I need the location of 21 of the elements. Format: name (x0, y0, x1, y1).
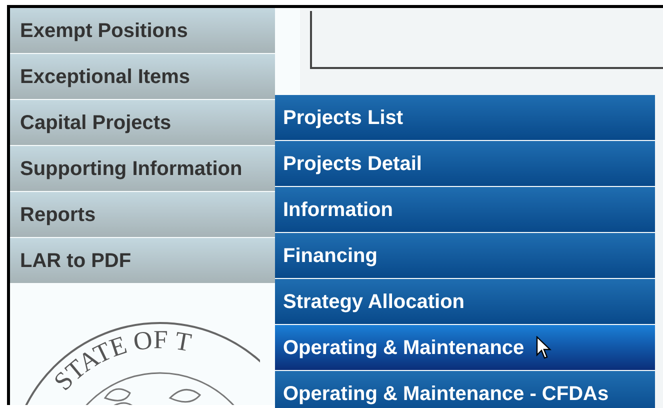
menu-item[interactable]: Capital Projects (10, 100, 275, 145)
menu-item[interactable]: Exempt Positions (10, 8, 275, 53)
mouse-pointer-icon (536, 336, 552, 360)
submenu-label: Information (283, 198, 393, 222)
submenu-label: Operating & Maintenance - CFDAs (283, 382, 609, 406)
submenu-item[interactable]: Operating & Maintenance - CFDAs (275, 371, 655, 408)
submenu-label: Projects List (283, 106, 404, 130)
submenu-item[interactable]: Operating & Maintenance (275, 325, 655, 370)
submenu-label: Financing (283, 244, 378, 268)
menu-item[interactable]: Exceptional Items (10, 54, 275, 99)
submenu-label: Strategy Allocation (283, 290, 465, 314)
submenu-label: Projects Detail (283, 152, 422, 176)
submenu-item[interactable]: Strategy Allocation (275, 279, 655, 324)
menu-item[interactable]: Supporting Information (10, 146, 275, 191)
submenu-item[interactable]: Projects Detail (275, 141, 655, 186)
submenu-item[interactable]: Information (275, 187, 655, 232)
submenu-item[interactable]: Financing (275, 233, 655, 278)
menu-item[interactable]: LAR to PDF (10, 238, 275, 283)
submenu-label: Operating & Maintenance (283, 336, 524, 360)
submenu-item[interactable]: Projects List (275, 95, 655, 140)
menu-item[interactable]: Reports (10, 192, 275, 237)
